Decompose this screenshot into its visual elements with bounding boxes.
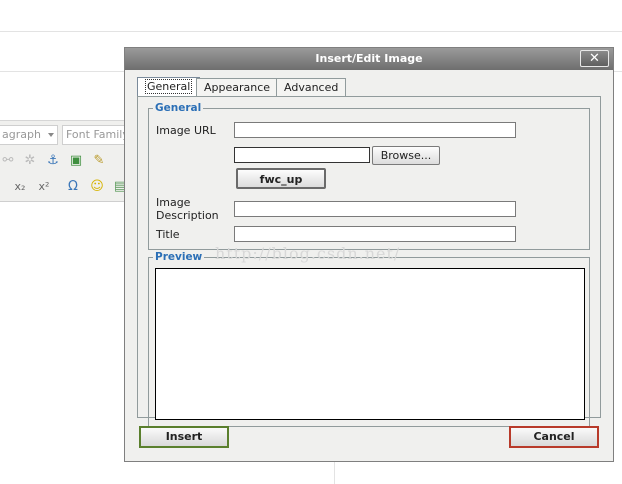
- tab-advanced[interactable]: Advanced: [276, 78, 347, 97]
- insert-button[interactable]: Insert: [139, 426, 229, 448]
- dialog-titlebar[interactable]: Insert/Edit Image: [125, 48, 613, 70]
- image-url-label: Image URL: [156, 124, 216, 137]
- cancel-button[interactable]: Cancel: [509, 426, 599, 448]
- tab-panel: General Image URL Browse... fwc_up Image…: [137, 96, 601, 427]
- tab-general[interactable]: General: [137, 77, 201, 98]
- general-legend: General: [153, 102, 204, 114]
- format-select[interactable]: agraph: [0, 125, 58, 145]
- font-family-select[interactable]: Font Family: [62, 125, 132, 145]
- upload-button[interactable]: fwc_up: [236, 168, 326, 189]
- title-label: Title: [156, 228, 180, 241]
- anchor-icon[interactable]: ⚓: [45, 153, 61, 169]
- image-icon[interactable]: ▣: [68, 153, 84, 169]
- cleanup-icon[interactable]: ✎: [91, 153, 107, 169]
- special-character-icon[interactable]: Ω: [65, 179, 81, 195]
- title-input[interactable]: [234, 226, 516, 242]
- preview-legend: Preview: [153, 251, 205, 263]
- subscript-icon[interactable]: x₂: [12, 179, 28, 195]
- image-url-input[interactable]: [234, 122, 516, 138]
- bg-divider-top: [0, 31, 622, 32]
- browse-button[interactable]: Browse...: [372, 146, 440, 165]
- tab-appearance[interactable]: Appearance: [196, 78, 279, 97]
- dialog-title: Insert/Edit Image: [315, 52, 423, 65]
- image-preview: [155, 268, 585, 420]
- superscript-icon[interactable]: x²: [36, 179, 52, 195]
- close-icon: ✕: [589, 51, 600, 66]
- insert-edit-image-dialog: Insert/Edit Image ✕ General Appearance A…: [124, 47, 614, 462]
- link-icon[interactable]: ✲: [22, 153, 38, 169]
- bg-divider-vertical: [334, 462, 335, 484]
- preview-fieldset: Preview: [148, 251, 590, 427]
- emoticon-icon[interactable]: ☺: [89, 179, 105, 195]
- general-fieldset: General Image URL Browse... fwc_up Image…: [148, 102, 590, 250]
- image-description-input[interactable]: [234, 201, 516, 217]
- unlink-icon[interactable]: ⚯: [0, 153, 16, 169]
- image-description-label: Image Description: [156, 196, 219, 222]
- editor-toolbar: agraph Font Family ⚯ ✲ ⚓ ▣ ✎ x₂ x² Ω ☺ ▤: [0, 120, 132, 202]
- file-input[interactable]: [234, 147, 370, 163]
- close-button[interactable]: ✕: [580, 50, 609, 67]
